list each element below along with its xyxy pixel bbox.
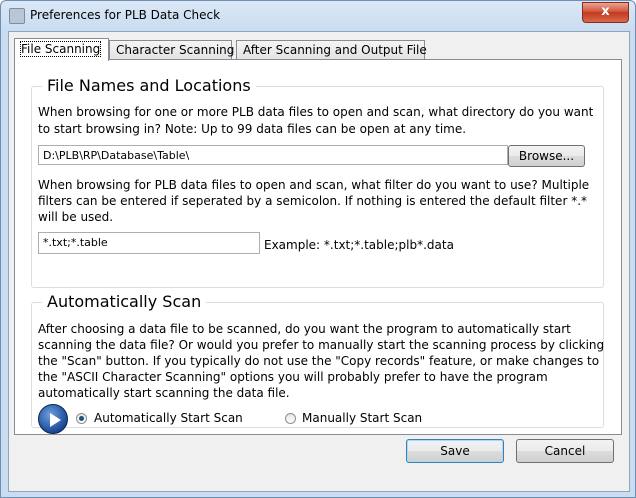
filter-prompt-line1: When browsing for PLB data files to open… [38, 178, 590, 192]
file-names-heading: File Names and Locations [42, 76, 256, 95]
auto-scan-desc-line3: the "Scan" button. If you typically do n… [38, 354, 600, 368]
directory-prompt-line1: When browsing for one or more PLB data f… [38, 105, 594, 119]
filter-prompt-line2: filters can be entered if seperated by a… [38, 194, 588, 208]
manual-start-radio[interactable] [285, 413, 296, 424]
auto-start-label[interactable]: Automatically Start Scan [94, 411, 243, 426]
browse-button[interactable]: Browse... [508, 145, 585, 167]
save-button[interactable]: Save [406, 439, 504, 463]
filter-prompt-line3: will be used. [38, 210, 114, 224]
manual-start-label[interactable]: Manually Start Scan [302, 411, 422, 426]
tab-character-scanning[interactable]: Character Scanning [109, 40, 235, 60]
tab-label: Character Scanning [116, 43, 235, 57]
file-scanning-panel: File Names and Locations When browsing f… [14, 59, 622, 435]
dialog-client-area: File Scanning Character Scanning After S… [8, 31, 630, 492]
filter-input[interactable]: *.txt;*.table [38, 232, 260, 254]
preferences-window: Preferences for PLB Data Check x File Sc… [0, 0, 636, 498]
play-icon [38, 404, 68, 434]
tab-after-scanning[interactable]: After Scanning and Output File [236, 40, 427, 60]
filter-example: Example: *.txt;*.table;plb*.data [264, 238, 454, 252]
directory-input[interactable]: D:\PLB\RP\Database\Table\ [38, 145, 508, 165]
tab-label: After Scanning and Output File [243, 43, 427, 57]
cancel-button[interactable]: Cancel [516, 439, 614, 463]
auto-scan-desc-line1: After choosing a data file to be scanned… [38, 322, 571, 336]
close-button[interactable]: x [582, 2, 629, 23]
directory-prompt-line2: to start browsing in? Note: Up to 99 dat… [38, 122, 467, 136]
title-bar[interactable]: Preferences for PLB Data Check x [1, 1, 635, 31]
auto-scan-desc-line5: automatically start scanning the data fi… [38, 386, 290, 400]
tab-file-scanning[interactable]: File Scanning [14, 38, 109, 61]
auto-scan-heading: Automatically Scan [42, 292, 207, 311]
auto-scan-desc-line4: the "ASCII Character Scanning" options y… [38, 370, 548, 384]
app-icon [9, 8, 25, 24]
auto-scan-desc-line2: scanning the data file? Or would you pre… [38, 338, 605, 352]
tab-label: File Scanning [19, 41, 102, 57]
close-icon: x [601, 4, 610, 19]
window-title: Preferences for PLB Data Check [30, 8, 221, 22]
auto-start-radio[interactable] [76, 413, 87, 424]
